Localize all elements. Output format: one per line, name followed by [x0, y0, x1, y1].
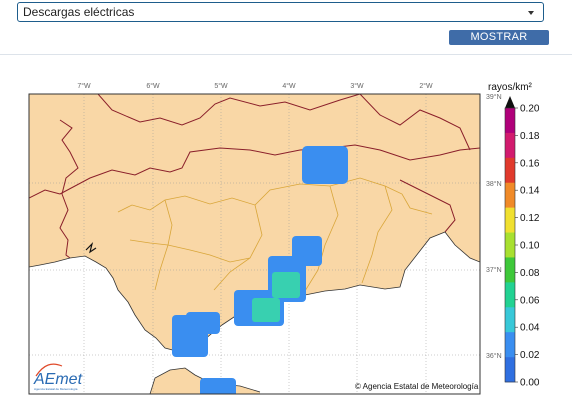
- logo-subtitle: Agencia Estatal de Meteorología: [34, 387, 78, 391]
- colorbar-tick-label: 0.08: [520, 268, 540, 279]
- colorbar-cell: [505, 108, 515, 134]
- strike-cell: [186, 312, 220, 334]
- colorbar-tick-label: 0.14: [520, 186, 540, 197]
- lon-label: 5°W: [214, 82, 228, 90]
- colorbar-title: rayos/km²: [488, 82, 533, 93]
- credit-text: © Agencia Estatal de Meteorología: [355, 382, 479, 391]
- lon-label: 3°W: [350, 82, 364, 90]
- colorbar-cell: [505, 307, 515, 333]
- strike-cell-mid: [272, 272, 300, 298]
- strike-cell: [200, 378, 236, 394]
- chevron-down-icon: [528, 11, 534, 15]
- colorbar-cell: [505, 357, 515, 383]
- lon-label: 4°W: [282, 82, 296, 90]
- lat-label: 37°N: [486, 266, 502, 274]
- lat-labels: 39°N 38°N 37°N 36°N: [486, 93, 502, 360]
- colorbar-cell: [505, 207, 515, 233]
- product-select-value: Descargas eléctricas: [23, 5, 135, 19]
- colorbar-tick-label: 0.00: [520, 378, 540, 389]
- map-area: AEmet Agencia Estatal de Meteorología © …: [29, 94, 480, 394]
- lon-label: 6°W: [146, 82, 160, 90]
- colorbar-cell: [505, 232, 515, 258]
- colorbar-cell: [505, 332, 515, 358]
- colorbar-cell: [505, 257, 515, 283]
- strike-cell-mid: [252, 298, 280, 322]
- logo-text: AEmet: [33, 371, 83, 388]
- strike-cell: [302, 146, 348, 184]
- colorbar-cell: [505, 157, 515, 184]
- colorbar: rayos/km² 0.20 0.18 0.16 0.14 0.12 0.10 0.08 0.…: [488, 82, 540, 389]
- lon-labels: 7°W 6°W 5°W 4°W 3°W 2°W: [77, 82, 433, 90]
- colorbar-tick-label: 0.06: [520, 295, 540, 306]
- lat-label: 39°N: [486, 93, 502, 101]
- lightning-map: AEmet Agencia Estatal de Meteorología © …: [28, 82, 540, 395]
- lon-label: 7°W: [77, 82, 91, 90]
- lon-label: 2°W: [419, 82, 433, 90]
- colorbar-cell: [505, 182, 515, 208]
- lat-label: 38°N: [486, 180, 502, 188]
- product-select[interactable]: Descargas eléctricas: [17, 2, 544, 22]
- show-button[interactable]: MOSTRAR: [449, 30, 549, 45]
- colorbar-tick-label: 0.10: [520, 241, 540, 252]
- lat-label: 36°N: [486, 352, 502, 360]
- colorbar-cell: [505, 132, 515, 159]
- colorbar-tick-label: 0.12: [520, 213, 540, 224]
- colorbar-tick-label: 0.02: [520, 350, 540, 361]
- colorbar-cell: [505, 282, 515, 308]
- colorbar-extend-arrow: [505, 96, 515, 108]
- colorbar-tick-label: 0.20: [520, 104, 540, 115]
- colorbar-tick-label: 0.18: [520, 131, 540, 142]
- colorbar-tick-label: 0.16: [520, 158, 540, 169]
- divider: [0, 54, 572, 55]
- colorbar-tick-label: 0.04: [520, 323, 540, 334]
